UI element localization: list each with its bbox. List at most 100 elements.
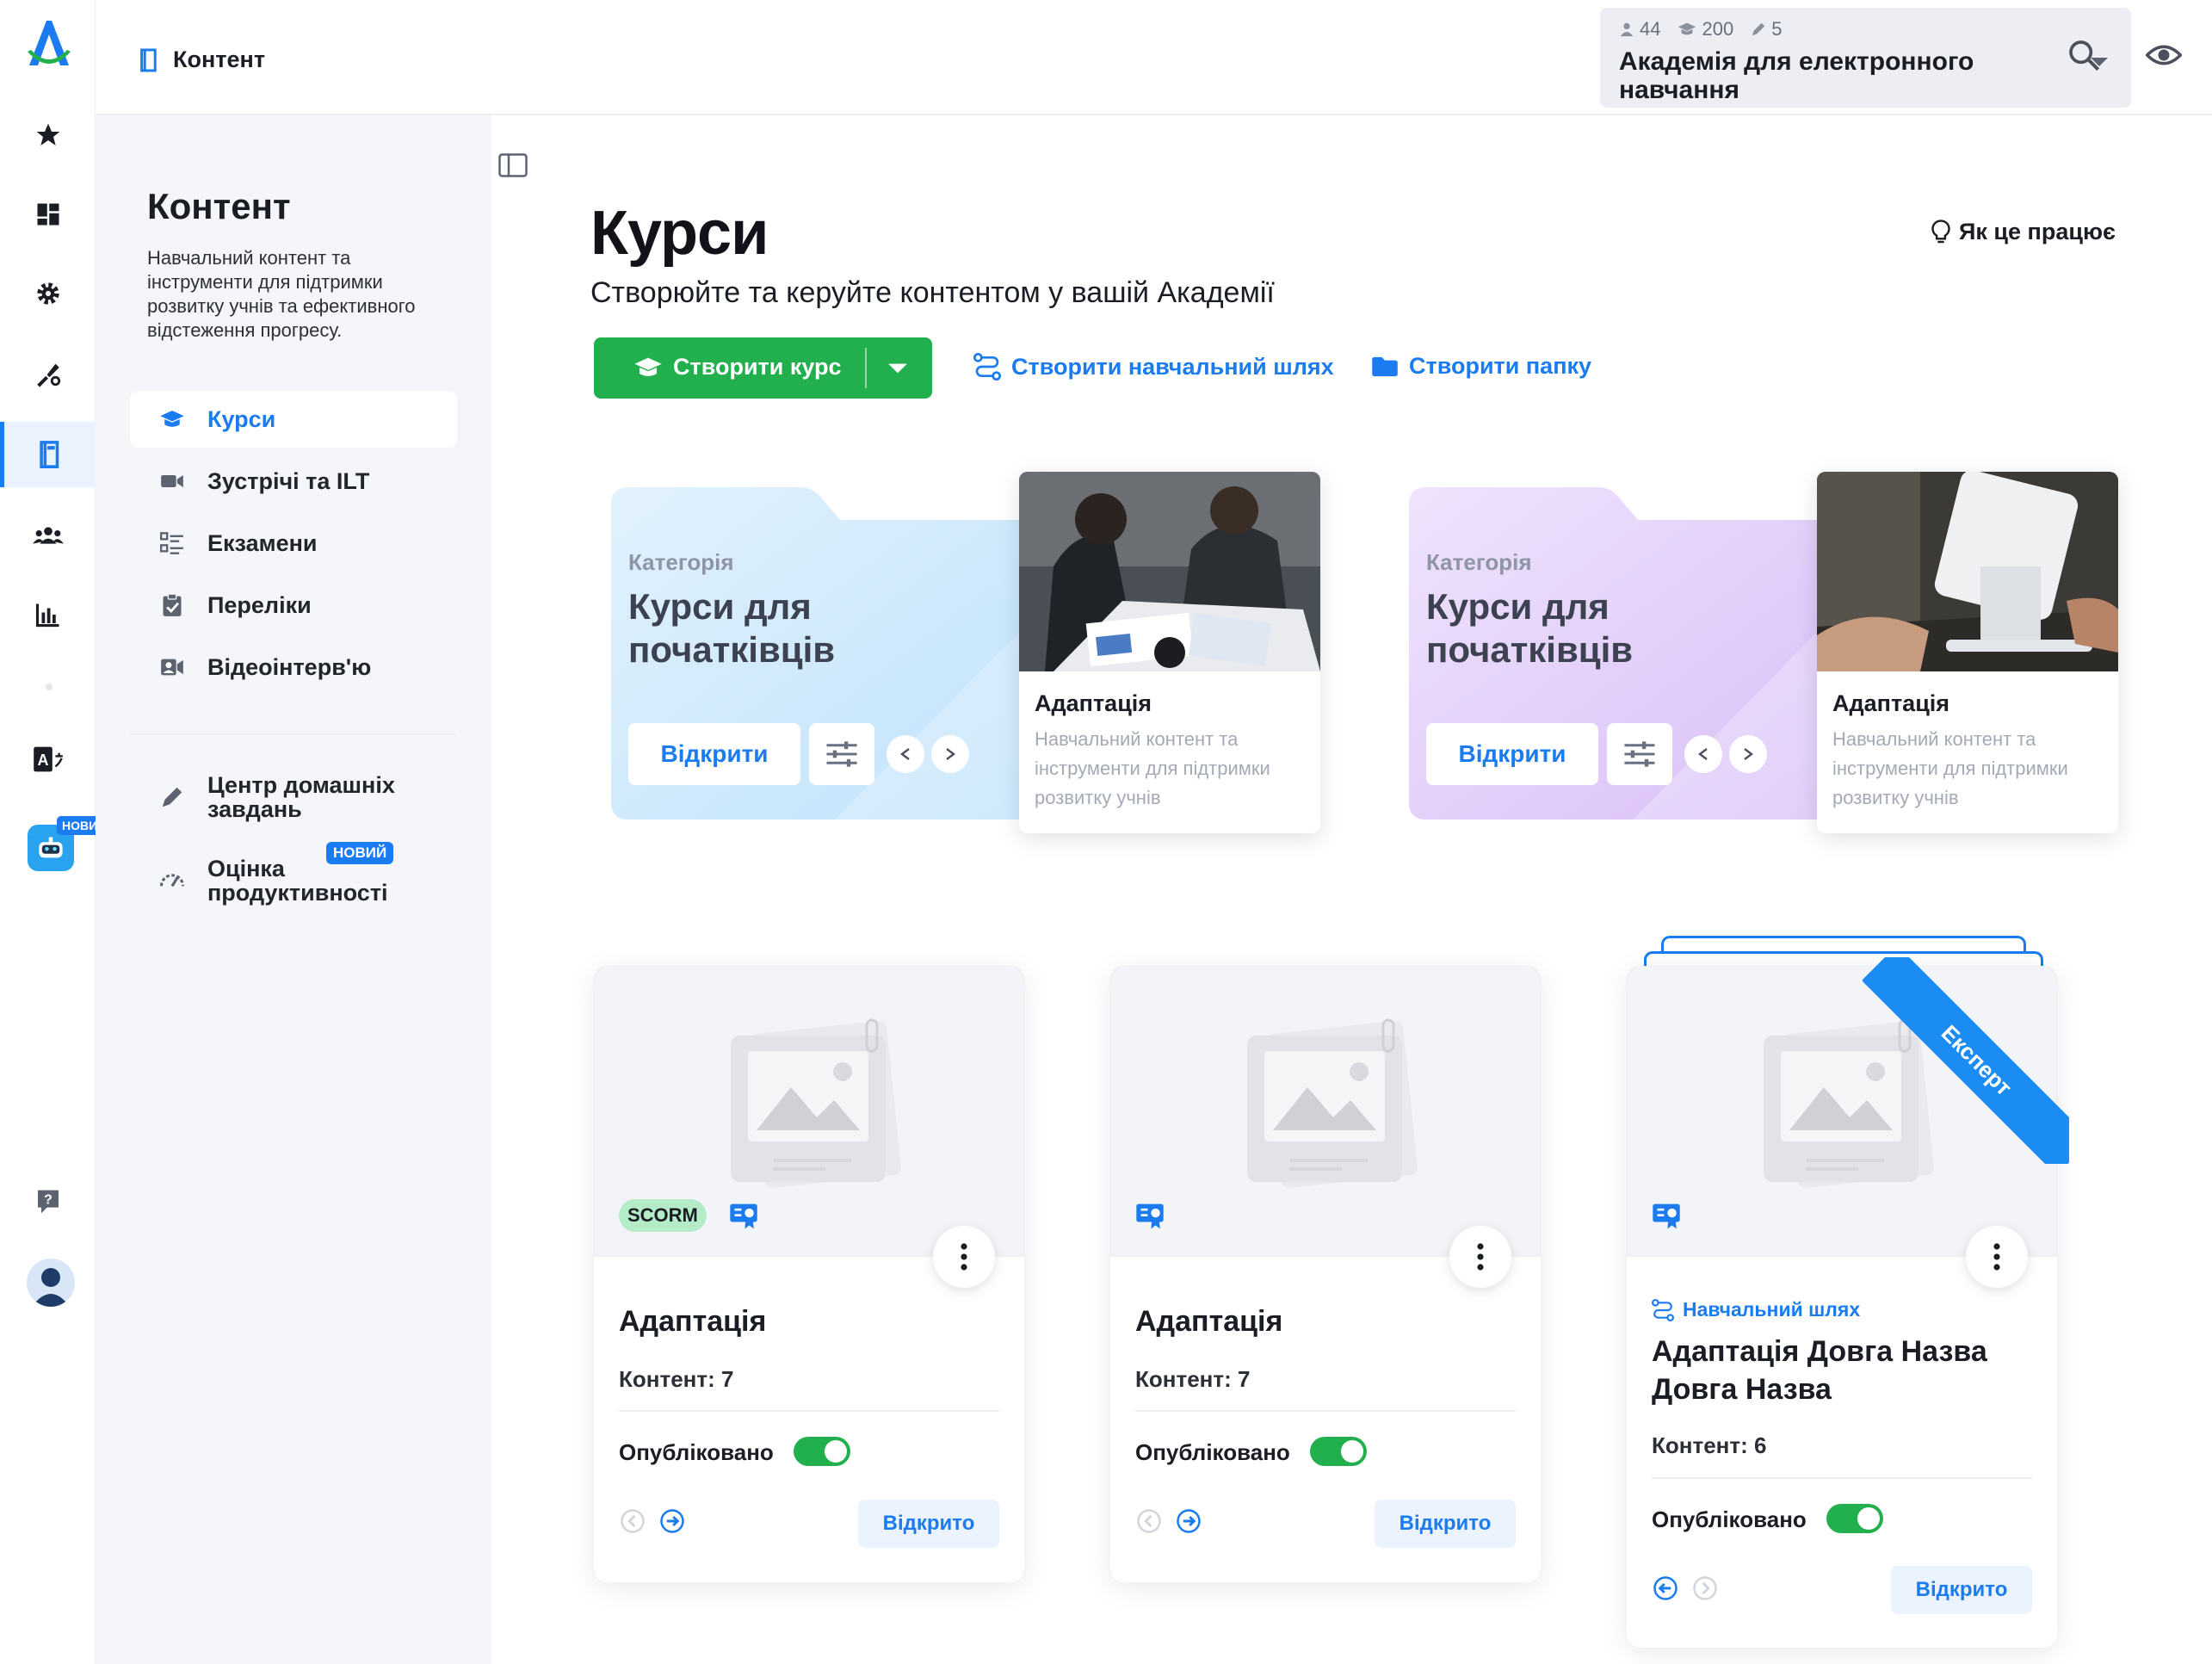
more-options-button[interactable]: [1966, 1226, 2028, 1288]
academy-switcher[interactable]: 44 200 5 Академія для електронного навча…: [1600, 8, 2131, 108]
course-title: Адаптація Довга Назва Довга Назва: [1652, 1335, 1987, 1406]
rail-favorites[interactable]: [0, 102, 96, 168]
open-course-button[interactable]: Відкрито: [1375, 1500, 1516, 1548]
course-title: Адаптація: [619, 1305, 767, 1338]
sidebar-item-label: Відеоінтерв'ю: [207, 653, 372, 680]
sliders-icon: [1623, 739, 1656, 769]
users-icon: [32, 524, 64, 547]
chevron-left-icon: [1697, 747, 1709, 761]
next-button[interactable]: [1729, 735, 1767, 773]
publish-status-label: Опубліковано: [1135, 1439, 1290, 1465]
move-left-icon[interactable]: [620, 1508, 646, 1534]
more-options-button[interactable]: [1449, 1226, 1511, 1288]
app-logo[interactable]: [24, 15, 74, 71]
sidebar-item-homework-center[interactable]: Центр домашніх завдань: [130, 763, 457, 832]
search-button[interactable]: [2067, 38, 2104, 76]
move-left-icon[interactable]: [1136, 1508, 1162, 1534]
course-content-count: Контент: 7: [619, 1366, 734, 1392]
rail-settings[interactable]: [0, 261, 96, 326]
preview-image: [1019, 472, 1320, 671]
create-folder-link[interactable]: Створити папку: [1371, 353, 1591, 380]
academy-name: Академія для електронного навчання: [1619, 47, 1974, 104]
category-open-button[interactable]: Відкрити: [628, 723, 800, 785]
sidebar-item-courses[interactable]: Курси: [130, 391, 457, 448]
create-folder-label: Створити папку: [1409, 353, 1592, 379]
previous-button[interactable]: [1684, 735, 1722, 773]
how-it-works-label: Як це працює: [1959, 219, 2116, 244]
publish-toggle[interactable]: [1310, 1437, 1367, 1466]
course-thumbnail: [1110, 966, 1541, 1257]
path-icon: [973, 353, 1001, 380]
more-vertical-icon: [1477, 1243, 1484, 1271]
move-right-icon[interactable]: [1692, 1575, 1718, 1601]
rail-reports[interactable]: [0, 582, 96, 647]
expert-ribbon: Експерт: [1863, 957, 2069, 1164]
sidebar-item-video-interview[interactable]: Відеоінтерв'ю: [130, 639, 457, 696]
sidebar-item-checklists[interactable]: Переліки: [130, 577, 457, 634]
user-avatar[interactable]: [27, 1259, 75, 1307]
open-course-button[interactable]: Відкрито: [858, 1500, 999, 1548]
more-options-button[interactable]: [933, 1226, 995, 1288]
chevron-down-icon[interactable]: [887, 362, 909, 375]
sidebar-title: Контент: [147, 186, 291, 226]
book-icon: [37, 440, 63, 469]
create-learning-path-link[interactable]: Створити навчальний шлях: [973, 353, 1334, 380]
breadcrumb: Контент: [139, 46, 265, 73]
rail-help[interactable]: ?: [0, 1169, 96, 1234]
rail-users[interactable]: [0, 503, 96, 568]
rail-design[interactable]: [0, 341, 96, 406]
image-placeholder-icon: [722, 1018, 911, 1191]
next-button[interactable]: [931, 735, 969, 773]
chevron-left-icon: [899, 747, 911, 761]
course-card[interactable]: Адаптація Контент: 7 Опубліковано Відкри…: [1110, 966, 1541, 1582]
paint-brush-icon: [34, 359, 63, 388]
svg-text:A: A: [37, 752, 48, 769]
sidebar-item-performance[interactable]: Оцінка продуктивності: [130, 844, 457, 918]
chevron-right-icon: [944, 747, 956, 761]
robot-icon: [36, 836, 65, 860]
publish-toggle[interactable]: [794, 1437, 850, 1466]
preview-button[interactable]: [2146, 38, 2184, 76]
course-card[interactable]: SCORM Адаптація Контент: 7 Опубліковано …: [594, 966, 1024, 1582]
toggle-sidebar-button[interactable]: [498, 153, 529, 181]
pencil-icon: [1751, 22, 1766, 37]
search-icon: [2067, 38, 2104, 72]
rail-dashboard[interactable]: [0, 182, 96, 247]
category-settings-button[interactable]: [809, 723, 874, 785]
sidebar-item-exams[interactable]: Екзамени: [130, 515, 457, 572]
preview-image: [1817, 472, 2118, 671]
create-course-button[interactable]: Створити курс: [594, 337, 932, 399]
category-settings-button[interactable]: [1607, 723, 1672, 785]
publish-status-label: Опубліковано: [1652, 1506, 1807, 1532]
learning-path-card[interactable]: Експерт Навчальний шлях Адаптація Довга …: [1627, 957, 2069, 1648]
gear-icon: [34, 280, 62, 307]
help-chat-icon: ?: [34, 1188, 62, 1216]
category-kicker: Категорія: [1426, 549, 1532, 575]
sidebar-item-label: Курси: [207, 405, 276, 432]
authors-count: 5: [1771, 18, 1783, 40]
page-title: Курси: [590, 199, 769, 268]
how-it-works-link[interactable]: Як це працює: [1931, 219, 2116, 245]
category-preview-card[interactable]: Адаптація Навчальний контент та інструме…: [1019, 472, 1320, 833]
category-preview-card[interactable]: Адаптація Навчальний контент та інструме…: [1817, 472, 2118, 833]
rail-translations[interactable]: A: [0, 727, 96, 792]
sidebar-item-label: Переліки: [207, 591, 312, 618]
publish-toggle[interactable]: [1826, 1504, 1883, 1533]
rail-content[interactable]: [0, 422, 96, 487]
sidebar-item-label: Екзамени: [207, 529, 318, 556]
move-left-icon[interactable]: [1653, 1575, 1678, 1601]
folder-icon: [1371, 356, 1399, 378]
sidebar-description: Навчальний контент та інструменти для пі…: [147, 247, 416, 341]
open-course-button[interactable]: Відкрито: [1891, 1566, 2032, 1614]
translate-icon: A: [33, 745, 64, 773]
dashboard-icon: [35, 201, 61, 227]
category-open-button[interactable]: Відкрити: [1426, 723, 1598, 785]
video-camera-icon: [158, 467, 187, 496]
move-right-icon[interactable]: [659, 1508, 685, 1534]
more-vertical-icon: [1993, 1243, 2000, 1271]
previous-button[interactable]: [887, 735, 924, 773]
preview-description: Навчальний контент та інструменти для пі…: [1035, 728, 1270, 808]
checklist-icon: [158, 529, 187, 558]
sidebar-item-meetings[interactable]: Зустрічі та ILT: [130, 453, 457, 510]
move-right-icon[interactable]: [1176, 1508, 1202, 1534]
